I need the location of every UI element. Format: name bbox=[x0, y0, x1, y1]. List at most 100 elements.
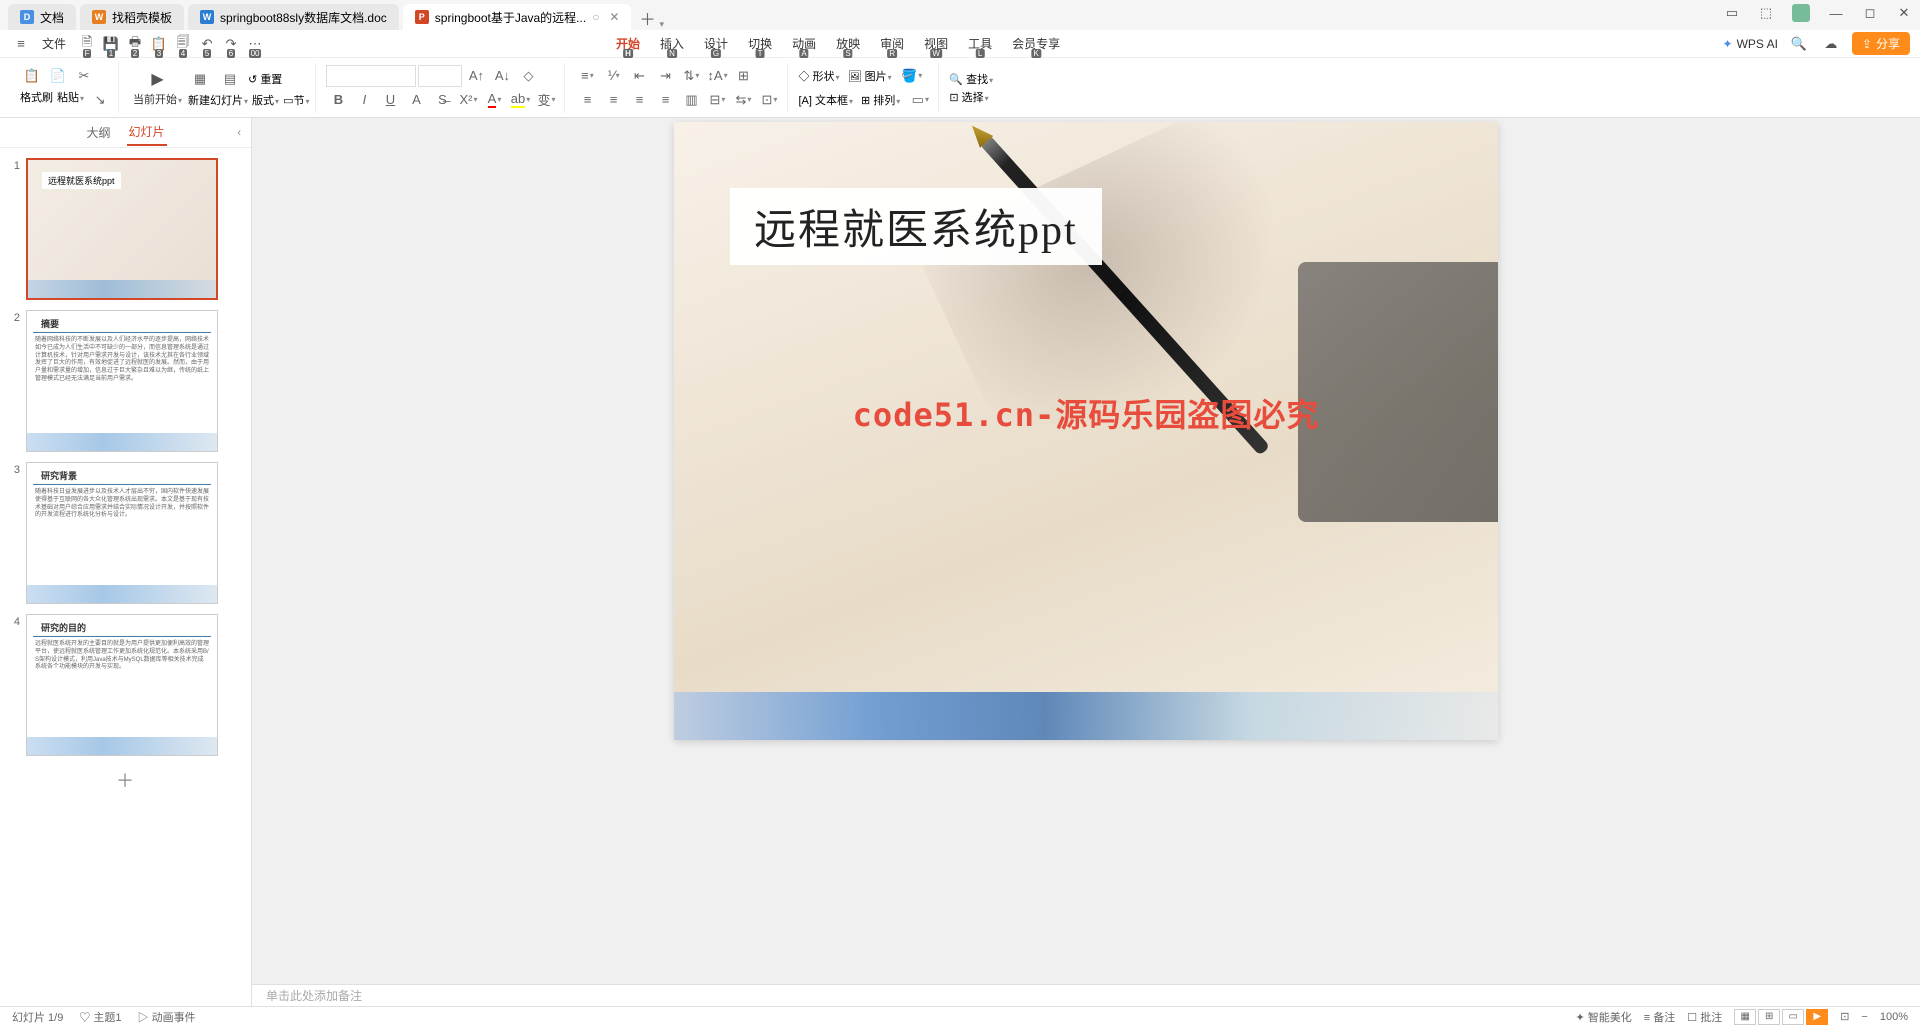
clipboard-expand-icon[interactable]: ↘ bbox=[88, 89, 112, 111]
align-left-icon[interactable]: ≡ bbox=[575, 89, 599, 111]
text-direction-icon[interactable]: ↕A▾ bbox=[705, 65, 729, 87]
clear-format-icon[interactable]: ◇ bbox=[516, 65, 540, 87]
image-button[interactable]: 🖼 图片▾ bbox=[848, 68, 892, 84]
line-spacing-icon[interactable]: ⇅▾ bbox=[679, 65, 703, 87]
zoom-out-icon[interactable]: − bbox=[1861, 1011, 1867, 1023]
zoom-level[interactable]: 100% bbox=[1880, 1011, 1908, 1023]
align-justify-icon[interactable]: ≡ bbox=[653, 89, 677, 111]
numbering-icon[interactable]: ⅟▾ bbox=[601, 65, 625, 87]
search-icon[interactable]: 🔍 bbox=[1788, 33, 1810, 55]
zoom-fit-icon[interactable]: ⊡ bbox=[1840, 1010, 1849, 1023]
thumbnail-list[interactable]: 1 远程就医系统ppt 2 摘要 随着网络科技的不断发展以及人们经济水平的逐步提… bbox=[0, 148, 251, 1006]
strikethrough-icon[interactable]: S̶ bbox=[430, 89, 454, 111]
qa-preview[interactable]: 📋3 bbox=[148, 33, 170, 55]
play-from-current-button[interactable]: ▶ 当前开始▾ bbox=[129, 67, 186, 109]
increase-indent-icon[interactable]: ⇥ bbox=[653, 65, 677, 87]
menu-tab-insert[interactable]: 插入N bbox=[650, 33, 694, 54]
slide-title-text[interactable]: 远程就医系统ppt bbox=[730, 188, 1102, 265]
format-painter-button[interactable]: 格式刷 bbox=[20, 89, 53, 111]
tab-word-doc[interactable]: W springboot88sly数据库文档.doc bbox=[188, 4, 399, 30]
fill-icon[interactable]: 🪣▾ bbox=[900, 65, 924, 87]
notes-toggle[interactable]: ≡ 备注 bbox=[1644, 1009, 1675, 1025]
panel-icon[interactable]: ▭ bbox=[1724, 5, 1740, 21]
convert-icon[interactable]: ⊡▾ bbox=[757, 89, 781, 111]
tab-list-dropdown[interactable]: ▾ bbox=[659, 19, 664, 30]
layout-button[interactable]: 版式▾ bbox=[252, 92, 279, 108]
theme-indicator[interactable]: ♡ 主题1 bbox=[79, 1009, 121, 1025]
slide-thumbnail-2[interactable]: 摘要 随着网络科技的不断发展以及人们经济水平的逐步提高，网络技术如今已成为人们生… bbox=[26, 310, 218, 452]
textbox-button[interactable]: [A] 文本框▾ bbox=[798, 92, 853, 108]
menu-icon[interactable]: ≡ bbox=[10, 33, 32, 55]
arrange-button[interactable]: ⊞ 排列▾ bbox=[861, 92, 900, 108]
slideshow-view-icon[interactable]: ▶ bbox=[1806, 1009, 1828, 1025]
layout-icon[interactable]: ▤ bbox=[218, 68, 242, 90]
underline-icon[interactable]: U bbox=[378, 89, 402, 111]
slides-tab[interactable]: 幻灯片 bbox=[127, 119, 167, 146]
normal-view-icon[interactable]: ▦ bbox=[1734, 1009, 1756, 1025]
menu-tab-design[interactable]: 设计G bbox=[694, 33, 738, 54]
outline-tab[interactable]: 大纲 bbox=[84, 120, 112, 145]
minimize-icon[interactable]: — bbox=[1828, 5, 1844, 21]
slide-viewport[interactable]: 远程就医系统ppt code51.cn-源码乐园盗图必究 bbox=[252, 118, 1920, 984]
menu-tab-slideshow[interactable]: 放映S bbox=[826, 33, 870, 54]
notes-input[interactable]: 单击此处添加备注 bbox=[252, 984, 1920, 1006]
paste-icon[interactable]: 📄 bbox=[46, 65, 70, 87]
font-color-a-icon[interactable]: A bbox=[404, 89, 428, 111]
reading-view-icon[interactable]: ▭ bbox=[1782, 1009, 1804, 1025]
decrease-font-icon[interactable]: A↓ bbox=[490, 65, 514, 87]
new-slide-icon[interactable]: ▦ bbox=[188, 68, 212, 90]
decrease-indent-icon[interactable]: ⇤ bbox=[627, 65, 651, 87]
file-menu[interactable]: 文件 bbox=[34, 35, 74, 52]
qa-redo[interactable]: ↷6 bbox=[220, 33, 242, 55]
paste-button[interactable]: 粘贴▾ bbox=[57, 89, 84, 111]
find-button[interactable]: 🔍 查找▾ bbox=[949, 71, 993, 87]
font-size-select[interactable] bbox=[418, 65, 462, 87]
tab-documents[interactable]: D 文档 bbox=[8, 4, 76, 30]
current-slide[interactable]: 远程就医系统ppt code51.cn-源码乐园盗图必究 bbox=[674, 122, 1498, 740]
spacing-icon[interactable]: ⇆▾ bbox=[731, 89, 755, 111]
menu-tab-start[interactable]: 开始H bbox=[606, 33, 650, 54]
italic-icon[interactable]: I bbox=[352, 89, 376, 111]
bold-icon[interactable]: B bbox=[326, 89, 350, 111]
reset-button[interactable]: ↺ 重置 bbox=[248, 71, 282, 87]
font-color-icon[interactable]: A▾ bbox=[482, 89, 506, 111]
copy-icon[interactable]: 📋 bbox=[20, 65, 44, 87]
slide-thumbnail-3[interactable]: 研究背景 随着科技日益发展进步以及技术人才层出不穷，国内软件快速发展使得基于互联… bbox=[26, 462, 218, 604]
menu-tab-review[interactable]: 审阅R bbox=[870, 33, 914, 54]
section-button[interactable]: ▭节▾ bbox=[283, 92, 309, 108]
menu-tab-transition[interactable]: 切换T bbox=[738, 33, 782, 54]
wps-ai-button[interactable]: ✦WPS AI bbox=[1723, 37, 1778, 51]
vertical-align-icon[interactable]: ⊟▾ bbox=[705, 89, 729, 111]
superscript-icon[interactable]: X²▾ bbox=[456, 89, 480, 111]
tab-ppt-doc[interactable]: P springboot基于Java的远程... ○ ✕ bbox=[403, 4, 632, 30]
font-family-select[interactable] bbox=[326, 65, 416, 87]
select-button[interactable]: ⊡ 选择▾ bbox=[949, 89, 993, 105]
cut-icon[interactable]: ✂ bbox=[72, 65, 96, 87]
bullets-icon[interactable]: ≡▾ bbox=[575, 65, 599, 87]
smart-beautify[interactable]: ✦ 智能美化 bbox=[1576, 1009, 1632, 1025]
new-tab-button[interactable]: ＋ bbox=[635, 6, 659, 30]
close-window-icon[interactable]: ✕ bbox=[1896, 5, 1912, 21]
sorter-view-icon[interactable]: ⊞ bbox=[1758, 1009, 1780, 1025]
qa-copy[interactable]: 🗐4 bbox=[172, 33, 194, 55]
add-slide-button[interactable]: ＋ bbox=[30, 766, 220, 794]
menu-tab-tools[interactable]: 工具L bbox=[958, 33, 1002, 54]
maximize-icon[interactable]: ◻ bbox=[1862, 5, 1878, 21]
menu-tab-view[interactable]: 视图W bbox=[914, 33, 958, 54]
slide-thumbnail-4[interactable]: 研究的目的 远程就医系统开发的主要目的就是为用户提供更加便利高效的管理平台，使远… bbox=[26, 614, 218, 756]
tab-template[interactable]: W 找稻壳模板 bbox=[80, 4, 184, 30]
cube-icon[interactable]: ⬚ bbox=[1758, 5, 1774, 21]
increase-font-icon[interactable]: A↑ bbox=[464, 65, 488, 87]
phonetic-icon[interactable]: 变▾ bbox=[534, 89, 558, 111]
menu-tab-animation[interactable]: 动画A bbox=[782, 33, 826, 54]
new-slide-button[interactable]: 新建幻灯片▾ bbox=[188, 92, 248, 108]
slide-thumbnail-1[interactable]: 远程就医系统ppt bbox=[26, 158, 218, 300]
shape-button[interactable]: ◇ 形状▾ bbox=[798, 68, 839, 84]
close-icon[interactable]: ✕ bbox=[609, 10, 619, 24]
qa-print[interactable]: 🖶2 bbox=[124, 33, 146, 55]
smart-art-icon[interactable]: ⊞ bbox=[731, 65, 755, 87]
outline-icon[interactable]: ▭▾ bbox=[908, 89, 932, 111]
qa-save[interactable]: 💾1 bbox=[100, 33, 122, 55]
align-right-icon[interactable]: ≡ bbox=[627, 89, 651, 111]
collapse-panel-icon[interactable]: ‹ bbox=[237, 127, 241, 139]
